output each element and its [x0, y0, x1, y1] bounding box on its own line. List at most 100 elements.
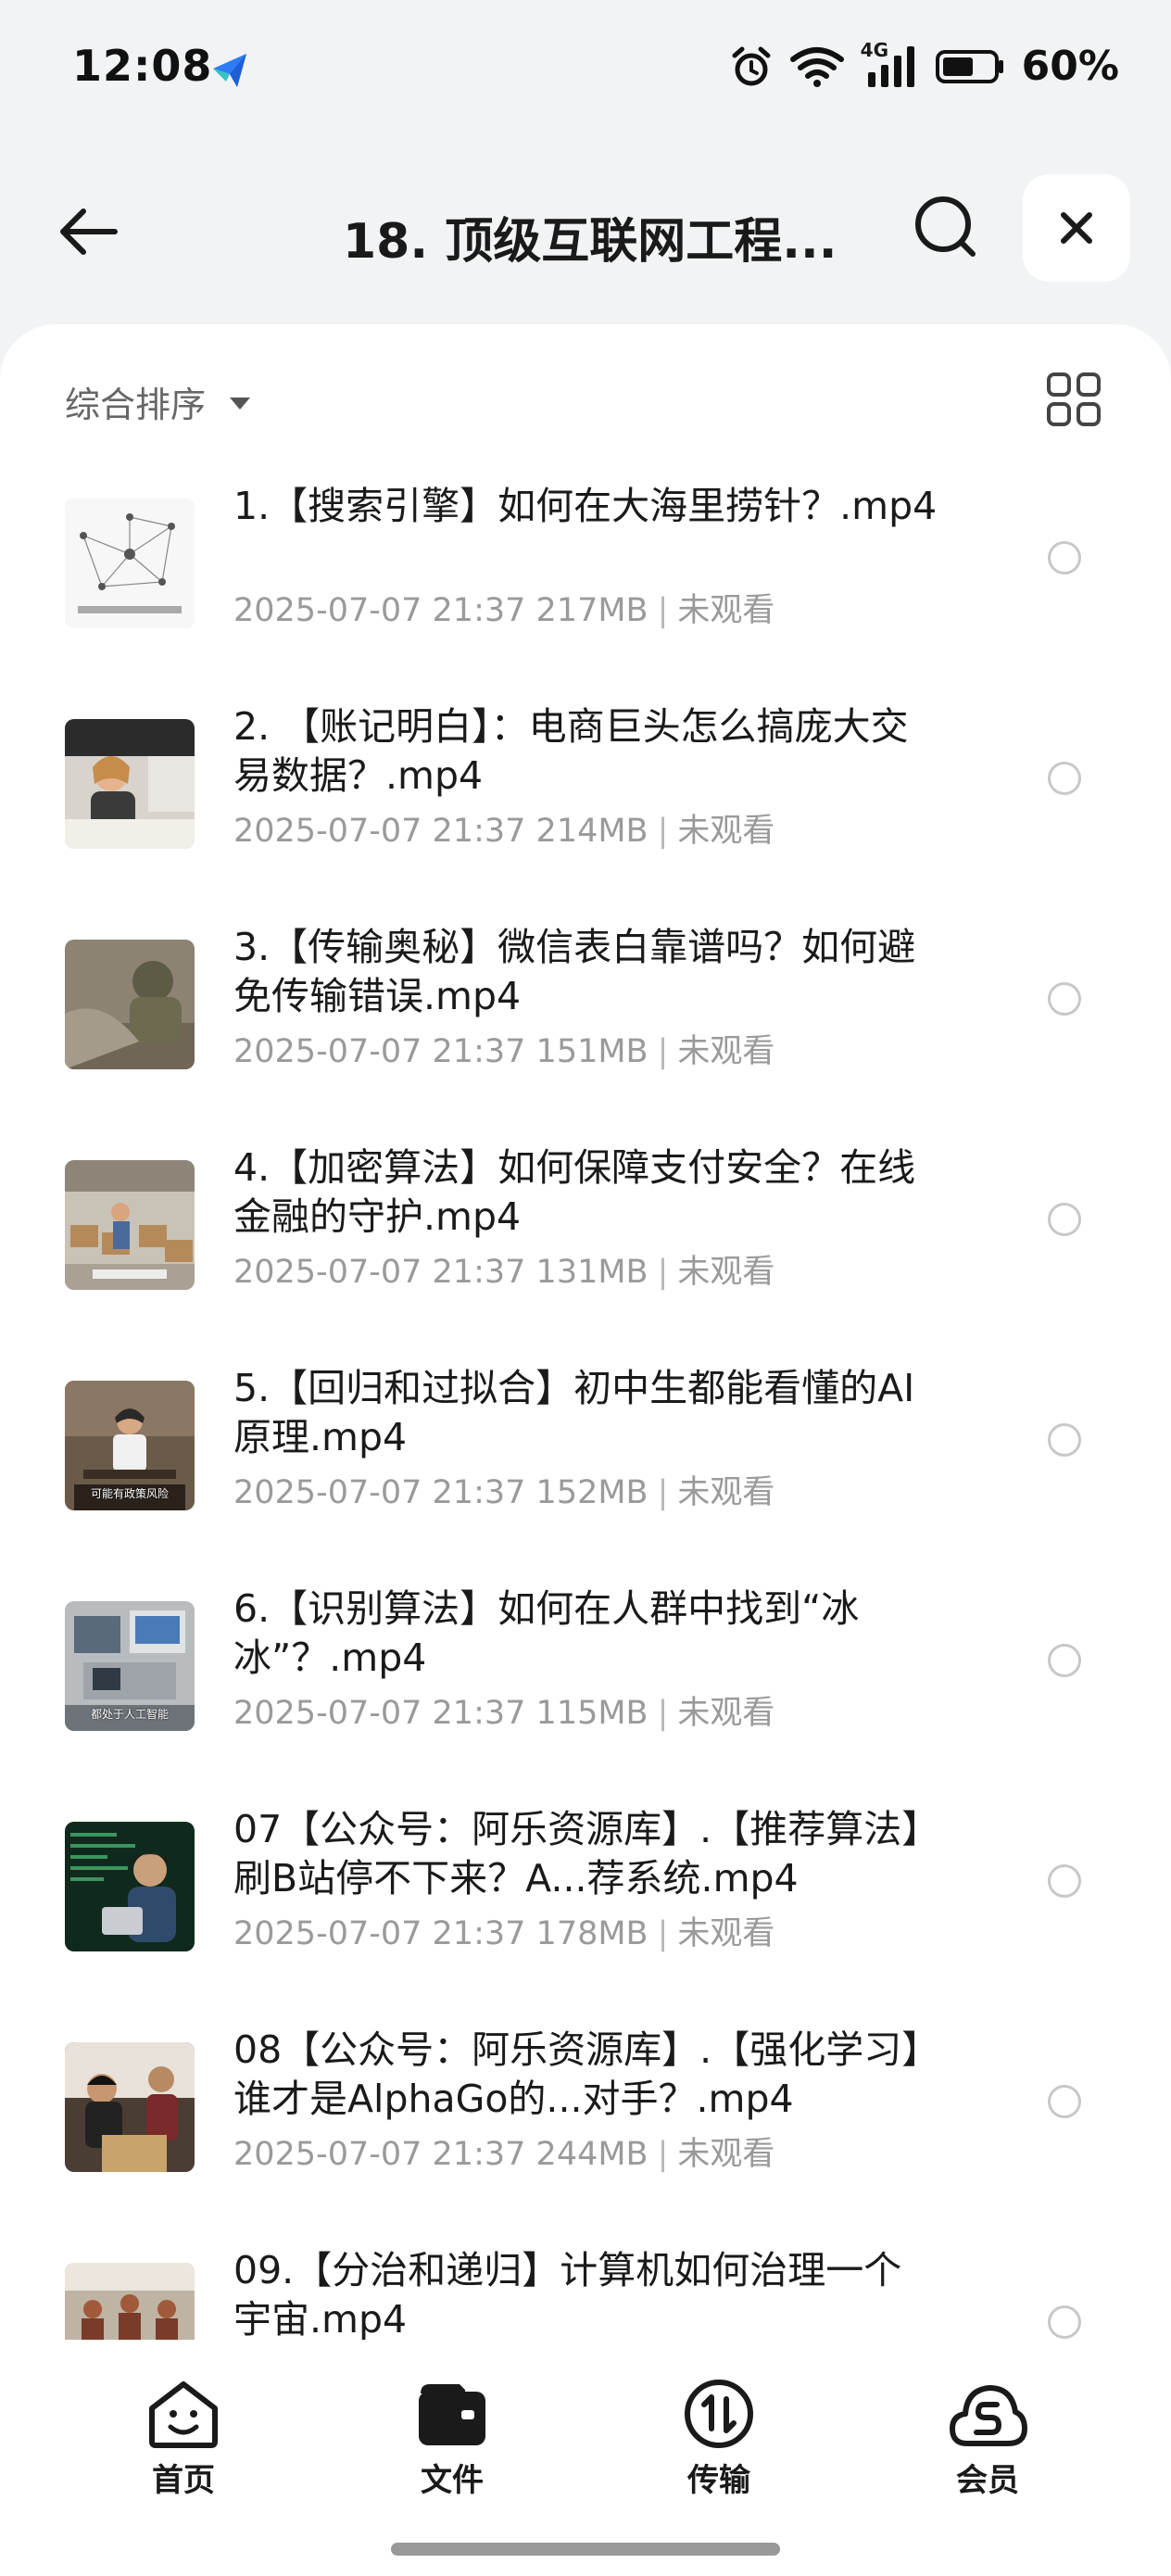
select-radio[interactable] [1048, 2085, 1081, 2118]
arrow-left-icon [60, 208, 118, 255]
file-date: 2025-07-07 21:37 [233, 1695, 526, 1732]
file-row[interactable]: 3.【传输奥秘】微信表白靠谱吗？如何避免传输错误.mp4 2025-07-07 2… [0, 923, 1171, 1143]
wifi-icon [789, 46, 844, 87]
file-meta: 2025-07-07 21:37 115MB | 未观看 [233, 1686, 774, 1734]
nav-transfer-label: 传输 [687, 2462, 750, 2499]
grid-view-button[interactable] [1045, 371, 1102, 428]
file-row[interactable]: 可能有政策风险 5.【回归和过拟合】初中生都能看懂的AI原理.mp4 2025-07… [0, 1364, 1171, 1585]
file-name: 1.【搜索引擎】如何在大海里捞针？.mp4 [233, 484, 938, 528]
file-size: 152MB [535, 1474, 648, 1511]
file-date: 2025-07-07 21:37 [233, 592, 526, 629]
select-radio[interactable] [1048, 762, 1081, 795]
feishu-app-icon [209, 50, 252, 91]
file-name: 2. 【账记明白】：电商巨头怎么搞庞大交易数据？.mp4 [233, 704, 909, 798]
meta-divider: | [657, 1254, 669, 1291]
file-date: 2025-07-07 21:37 [233, 1474, 526, 1511]
file-row[interactable]: 09.【分治和递归】计算机如何治理一个宇宙.mp4 [0, 2246, 1171, 2340]
meta-divider: | [657, 1033, 669, 1070]
watch-status: 未观看 [677, 813, 775, 850]
meta-divider: | [657, 1474, 669, 1511]
home-smile-icon [149, 2381, 218, 2448]
cellular-signal: 4G [861, 39, 918, 89]
file-date: 2025-07-07 21:37 [233, 1915, 526, 1952]
search-button[interactable] [908, 189, 982, 263]
status-indicators: 4G 60% [729, 39, 1119, 90]
file-meta: 2025-07-07 21:37 131MB | 未观看 [233, 1245, 774, 1293]
page-title: 18. 顶级互联网工程... [343, 214, 837, 270]
nav-transfer[interactable]: 传输 [645, 2377, 793, 2500]
meta-divider: | [657, 1695, 669, 1732]
file-row[interactable]: 07【公众号：阿乐资源库】.【推荐算法】刷B站停不下来？A...荐系统.mp4 2… [0, 1805, 1171, 2026]
select-radio[interactable] [1048, 1864, 1081, 1898]
file-size: 214MB [535, 813, 648, 850]
file-list-panel: 综合排序 1.【搜索引擎】如何在大海里捞针？.mp4 2025-07-07 21:… [0, 324, 1171, 2576]
sort-label: 综合排序 [65, 385, 207, 425]
watch-status: 未观看 [677, 1474, 775, 1511]
transfer-icon [685, 2380, 753, 2448]
vip-cloud-icon [950, 2385, 1027, 2446]
sort-dropdown[interactable]: 综合排序 [65, 376, 251, 427]
nav-vip[interactable]: 会员 [913, 2377, 1062, 2500]
nav-home[interactable]: 首页 [109, 2377, 258, 2500]
file-size: 217MB [535, 592, 648, 629]
status-bar: 12:08 4G 60% [0, 0, 1171, 139]
video-thumbnail [65, 1822, 195, 1951]
meta-divider: | [657, 813, 669, 850]
meta-divider: | [657, 1915, 669, 1952]
wallet-folder-icon [419, 2384, 485, 2445]
file-name: 4.【加密算法】如何保障支付安全？在线金融的守护.mp4 [233, 1145, 916, 1239]
select-radio[interactable] [1048, 1644, 1081, 1677]
battery-icon [935, 49, 1003, 83]
battery-percent: 60% [1021, 43, 1119, 90]
file-row[interactable]: 4.【加密算法】如何保障支付安全？在线金融的守护.mp4 2025-07-07 2… [0, 1143, 1171, 1364]
grid-view-icon [1047, 373, 1101, 426]
file-date: 2025-07-07 21:37 [233, 813, 526, 850]
signal-bars-icon [867, 45, 914, 87]
home-indicator[interactable] [391, 2543, 780, 2556]
file-row[interactable]: 1.【搜索引擎】如何在大海里捞针？.mp4 2025-07-07 21:37 21… [0, 482, 1171, 702]
file-size: 178MB [535, 1915, 648, 1952]
file-row[interactable]: 都处于人工智能 6.【识别算法】如何在人群中找到“冰冰”？.mp4 2025-07-… [0, 1585, 1171, 1805]
meta-divider: | [657, 2136, 669, 2173]
watch-status: 未观看 [677, 2136, 775, 2173]
select-radio[interactable] [1048, 2305, 1081, 2339]
video-thumbnail: 可能有政策风险 [65, 1381, 195, 1510]
file-row[interactable]: 2. 【账记明白】：电商巨头怎么搞庞大交易数据？.mp4 2025-07-07 2… [0, 702, 1171, 923]
file-name: 08【公众号：阿乐资源库】.【强化学习】谁才是AlphaGo的...对手？.mp… [233, 2027, 921, 2121]
file-size: 244MB [535, 2136, 648, 2173]
thumbnail-caption: 都处于人工智能 [90, 1708, 169, 1721]
file-meta: 2025-07-07 21:37 152MB | 未观看 [233, 1466, 774, 1513]
select-radio[interactable] [1048, 982, 1081, 1016]
nav-home-label: 首页 [152, 2462, 215, 2499]
back-button[interactable] [46, 195, 130, 269]
thumbnail-caption: 可能有政策风险 [90, 1487, 169, 1500]
close-icon [1061, 212, 1092, 244]
file-name: 09.【分治和递归】计算机如何治理一个宇宙.mp4 [233, 2248, 902, 2340]
nav-files-label: 文件 [421, 2462, 484, 2499]
file-name: 3.【传输奥秘】微信表白靠谱吗？如何避免传输错误.mp4 [233, 925, 916, 1018]
video-thumbnail [65, 719, 195, 849]
search-icon [915, 196, 976, 257]
file-row[interactable]: 08【公众号：阿乐资源库】.【强化学习】谁才是AlphaGo的...对手？.mp… [0, 2026, 1171, 2246]
select-radio[interactable] [1048, 541, 1081, 575]
watch-status: 未观看 [677, 592, 775, 629]
watch-status: 未观看 [677, 1915, 775, 1952]
nav-vip-label: 会员 [956, 2462, 1019, 2499]
watch-status: 未观看 [677, 1695, 775, 1732]
video-thumbnail [65, 1160, 195, 1290]
bottom-navigation: 首页 文件 传输 会员 [0, 2340, 1171, 2576]
video-thumbnail [65, 499, 195, 628]
nav-files[interactable]: 文件 [378, 2377, 526, 2500]
select-radio[interactable] [1048, 1423, 1081, 1457]
file-size: 131MB [535, 1254, 648, 1291]
video-thumbnail [65, 940, 195, 1069]
file-meta: 2025-07-07 21:37 217MB | 未观看 [233, 584, 774, 631]
select-radio[interactable] [1048, 1203, 1081, 1236]
file-name: 5.【回归和过拟合】初中生都能看懂的AI原理.mp4 [233, 1366, 915, 1459]
file-name: 6.【识别算法】如何在人群中找到“冰冰”？.mp4 [233, 1586, 860, 1680]
file-date: 2025-07-07 21:37 [233, 2136, 526, 2173]
close-button[interactable] [1023, 174, 1130, 282]
video-thumbnail [65, 2263, 195, 2340]
file-meta: 2025-07-07 21:37 244MB | 未观看 [233, 2128, 774, 2175]
file-name: 07【公众号：阿乐资源库】.【推荐算法】刷B站停不下来？A...荐系统.mp4 [233, 1807, 921, 1900]
